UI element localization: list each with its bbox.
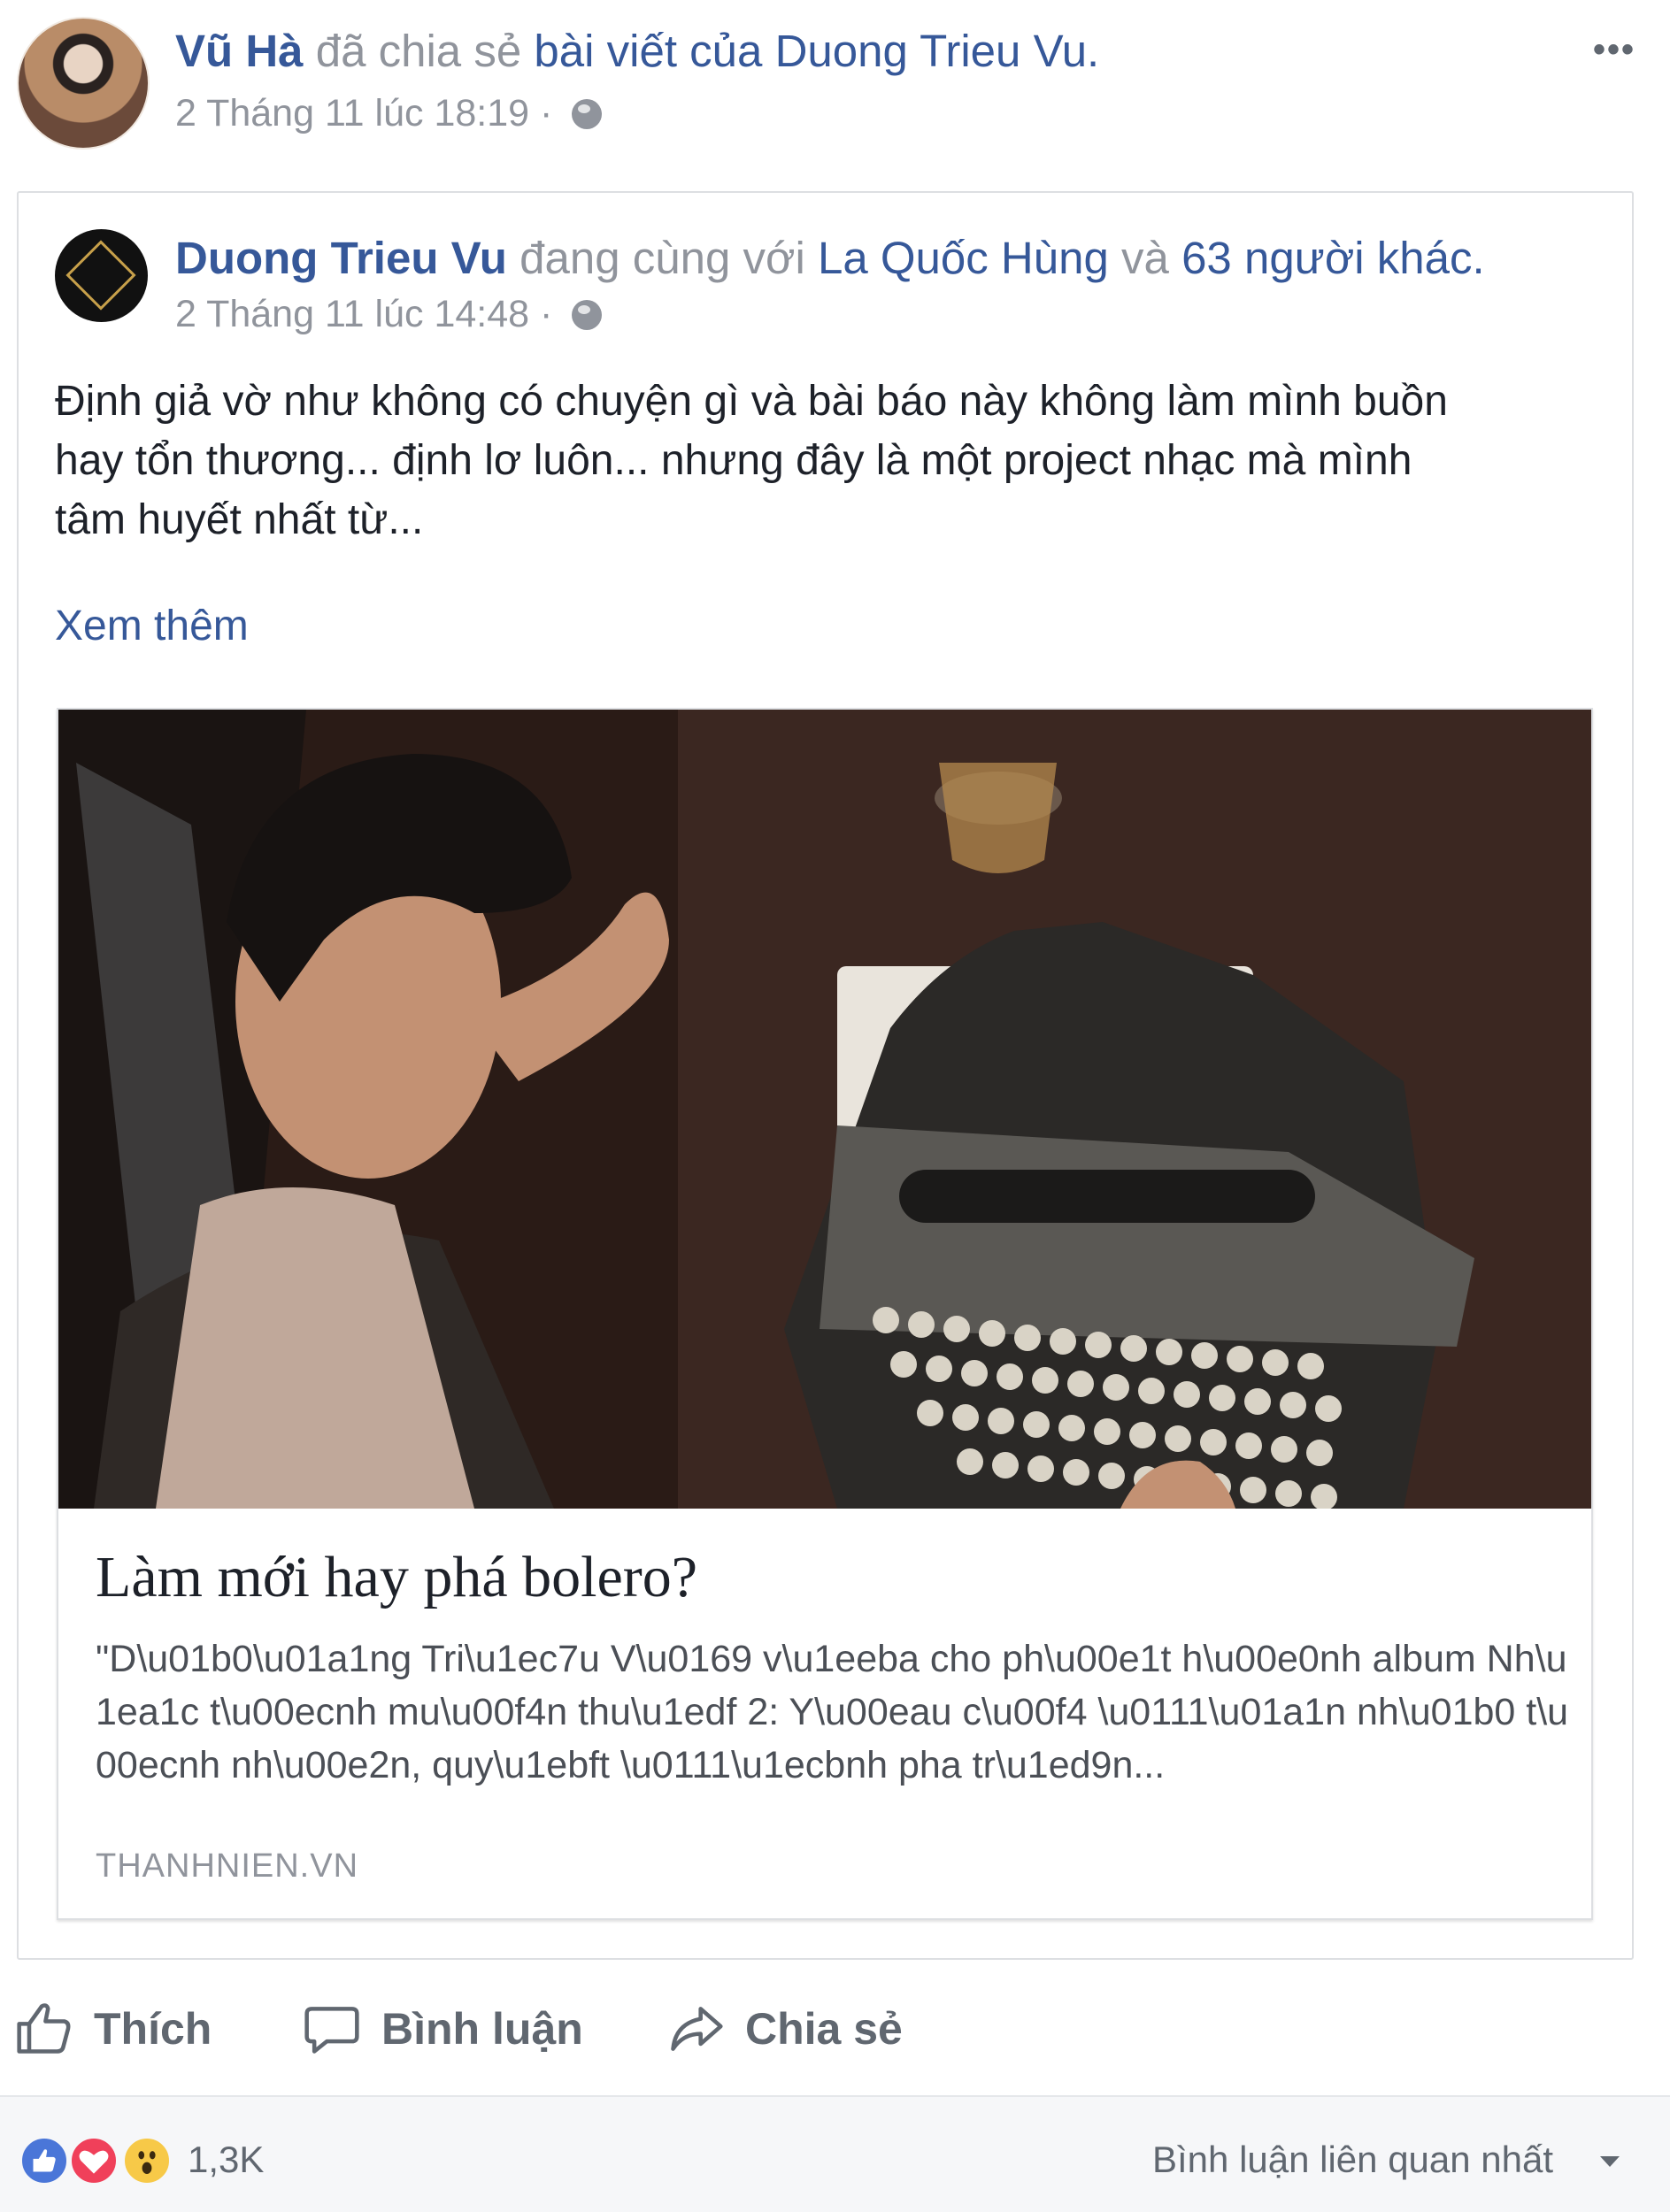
with-text: đang cùng với xyxy=(519,233,805,283)
link-preview-description: "D\u01b0\u01a1ng Tri\u1ec7u V\u0169 v\u1… xyxy=(96,1638,1569,1786)
tagged-person-link[interactable]: La Quốc Hùng xyxy=(818,233,1109,283)
author-line: Duong Trieu Vu đang cùng với La Quốc Hùn… xyxy=(175,232,1485,284)
post-body-line: Định giả vờ như không có chuyện gì và bà… xyxy=(55,378,1448,425)
like-button[interactable]: Thích xyxy=(14,1993,212,2064)
post-body-line: tâm huyết nhất từ... xyxy=(55,496,424,543)
link-preview-image[interactable] xyxy=(58,710,1591,1509)
author-name-link[interactable]: Duong Trieu Vu xyxy=(175,233,507,283)
timestamp-separator: · xyxy=(540,92,553,134)
like-icon xyxy=(17,2003,71,2054)
share-button[interactable]: Chia sẻ xyxy=(666,1993,903,2064)
reaction-count[interactable]: 1,3K xyxy=(188,2139,264,2181)
sharer-name-link[interactable]: Vũ Hà xyxy=(175,26,304,76)
share-icon xyxy=(671,2007,723,2051)
post-body-line: hay tổn thương... định lơ luôn... nhưng … xyxy=(55,437,1412,484)
reaction-love-icon[interactable] xyxy=(69,2136,119,2185)
like-label: Thích xyxy=(94,2004,212,2054)
see-more-link[interactable]: Xem thêm xyxy=(55,602,249,650)
sharer-action-text: đã chia sẻ xyxy=(315,26,522,76)
sharer-timestamp-link[interactable]: 2 Tháng 11 lúc 18:19 xyxy=(175,92,529,134)
globe-icon xyxy=(572,300,603,330)
post-timestamp-link[interactable]: 2 Tháng 11 lúc 14:48 xyxy=(175,293,529,335)
comment-icon xyxy=(304,2007,359,2054)
sharer-line: Vũ Hà đã chia sẻ bài viết của Duong Trie… xyxy=(175,25,1099,77)
man-typewriter-photo xyxy=(58,710,1591,1509)
original-author-link[interactable]: Duong Trieu Vu. xyxy=(775,26,1100,76)
comment-sort-dropdown[interactable]: Bình luận liên quan nhất xyxy=(1152,2139,1553,2181)
comment-button[interactable]: Bình luận xyxy=(302,1993,583,2064)
shared-post-link[interactable]: bài viết của xyxy=(534,26,762,76)
author-avatar[interactable] xyxy=(55,229,148,322)
post-timestamp: 2 Tháng 11 lúc 14:48 · xyxy=(175,293,603,336)
post-body: Định giả vờ như không có chuyện gì và bà… xyxy=(55,372,1604,549)
chevron-down-icon[interactable] xyxy=(1600,2156,1620,2167)
share-label: Chia sẻ xyxy=(745,2004,903,2054)
timestamp-separator: · xyxy=(540,293,553,335)
reaction-wow-icon[interactable] xyxy=(122,2136,172,2185)
sharer-avatar[interactable] xyxy=(17,17,150,150)
sharer-timestamp: 2 Tháng 11 lúc 18:19 · xyxy=(175,92,603,135)
link-preview-domain: THANHNIEN.VN xyxy=(96,1847,359,1885)
link-preview-title[interactable]: Làm mới hay phá bolero? xyxy=(96,1544,697,1611)
comment-label: Bình luận xyxy=(381,2004,583,2054)
and-text: và xyxy=(1121,233,1169,283)
globe-icon xyxy=(572,99,603,129)
others-link[interactable]: 63 người khác. xyxy=(1181,233,1485,283)
reaction-like-icon[interactable] xyxy=(19,2136,69,2185)
more-options-icon[interactable]: ••• xyxy=(1593,30,1635,70)
